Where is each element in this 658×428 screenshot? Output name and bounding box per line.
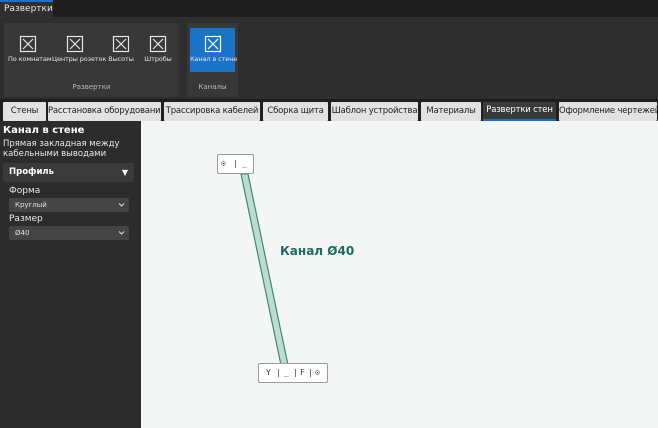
form-select-value: Круглый [15,201,47,209]
tab-materialy[interactable]: Материалы [421,102,481,121]
x-square-icon [149,35,167,53]
kanal-v-stene-label: Канал в стене [190,55,238,63]
chevron-down-icon [118,231,125,235]
channel-label: Канал Ø40 [280,244,355,258]
divider-icon: | [276,368,281,377]
antenna-icon: Y [266,368,271,377]
size-select[interactable]: Ø40 [9,226,129,240]
ribbon-group-kanaly: Канал в стене Каналы [187,23,238,97]
centry-rozetok-label: Центры розеток [52,55,107,63]
ribbon-group-label-kanaly: Каналы [198,83,227,91]
x-square-icon [112,35,130,53]
ribbon-group-razvertki: По комнатам Центры розеток Высоты Штробы… [4,23,179,97]
profile-section-label: Профиль [9,167,55,177]
tab-sborka-shchita[interactable]: Сборка щита [263,102,328,121]
shtroby-label: Штробы [144,55,172,63]
tab-oformlenie[interactable]: Оформление чертежей [559,102,658,121]
x-square-icon [19,35,37,53]
socket-icon: ⊙ [221,159,226,168]
tab-shablon[interactable]: Шаблон устройства [331,102,418,121]
vysoty-button[interactable]: Высоты [106,35,136,75]
ribbon: По комнатам Центры розеток Высоты Штробы… [0,17,658,100]
form-label: Форма [9,186,41,196]
wall-channel[interactable] [240,173,289,366]
socket-icon: ⊙ [315,368,320,377]
panel-title: Канал в стене [3,125,85,136]
chevron-down-icon [118,203,125,207]
ribbon-tab-strip: Развертки [0,0,658,17]
tab-rasstanovka[interactable]: Расстановка оборудования [48,102,166,121]
ground-icon: _ [242,159,247,168]
ground-icon: _ [284,368,289,377]
divider-icon: | [308,368,313,377]
switch-icon: F [300,368,305,377]
profile-section-header[interactable]: Профиль ▼ [3,163,134,182]
x-square-icon [204,35,221,53]
bottom-cable-outlet[interactable]: Y | _ | F | ⊙ [258,363,328,383]
top-cable-outlet[interactable]: ⊙ | _ [217,154,254,174]
divider-icon: | [233,159,238,168]
kanal-v-stene-button[interactable]: Канал в стене [190,28,238,72]
form-select[interactable]: Круглый [9,198,129,212]
size-select-value: Ø40 [15,229,30,237]
tab-razvertki-sten[interactable]: Развертки стен [483,102,556,121]
ribbon-tab-razvertki[interactable]: Развертки [0,0,53,17]
shtroby-button[interactable]: Штробы [142,35,174,75]
size-label: Размер [9,214,43,224]
panel-subtitle: Прямая закладная между кабельными вывода… [3,139,120,159]
centry-rozetok-button[interactable]: Центры розеток [52,35,107,75]
workflow-tabs: Стены Расстановка оборудования Трассиров… [0,100,658,121]
divider-icon: | [293,368,298,377]
triangle-down-icon: ▼ [121,168,128,177]
po-komnatam-label: По комнатам [8,55,52,63]
tab-trassirovka[interactable]: Трассировка кабелей [164,102,260,121]
tab-steny[interactable]: Стены [3,102,46,121]
drawing-canvas[interactable]: ⊙ | _ Y | _ | F | ⊙ Канал Ø40 [141,121,658,428]
vysoty-label: Высоты [108,55,134,63]
po-komnatam-button[interactable]: По комнатам [8,35,52,75]
ribbon-group-label-razvertki: Развертки [72,83,111,91]
properties-panel: Канал в стене Прямая закладная между каб… [0,121,141,428]
x-square-icon [66,35,84,53]
